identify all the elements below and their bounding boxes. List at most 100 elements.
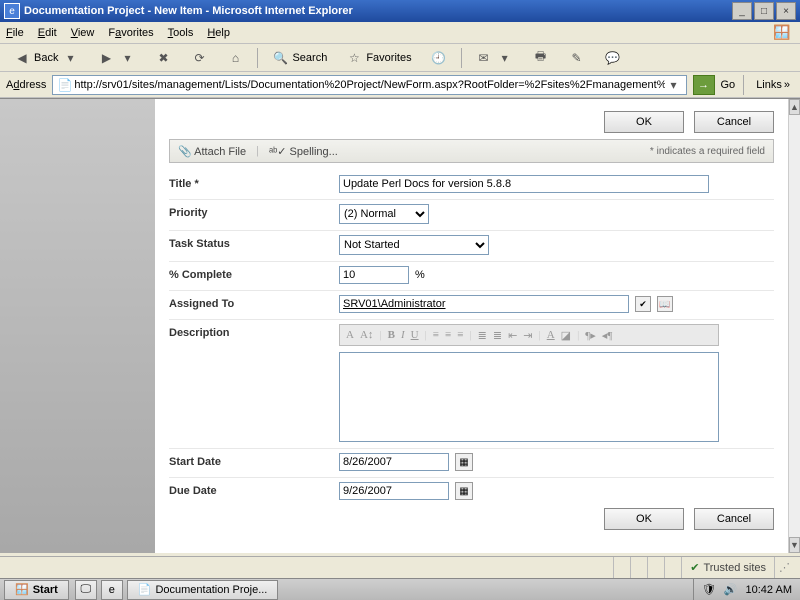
start-button[interactable]: 🪟 Start xyxy=(4,580,69,600)
indent-icon[interactable]: ⇥ xyxy=(523,329,532,342)
assigned-input[interactable] xyxy=(339,295,629,313)
browse-people-icon[interactable]: 📖 xyxy=(657,296,673,312)
font-size2-icon[interactable]: A↕ xyxy=(360,329,373,341)
menu-tools[interactable]: Tools xyxy=(168,27,194,39)
history-button[interactable]: 🕘 xyxy=(423,46,455,70)
search-button[interactable]: 🔍 Search xyxy=(264,46,334,70)
menu-view[interactable]: View xyxy=(71,27,95,39)
rtl-icon[interactable]: ◂¶ xyxy=(602,329,613,342)
ltr-icon[interactable]: ¶▸ xyxy=(585,329,596,342)
priority-label: Priority xyxy=(169,204,339,219)
close-button[interactable]: × xyxy=(776,2,796,20)
outdent-icon[interactable]: ⇤ xyxy=(508,329,517,342)
scroll-track[interactable] xyxy=(789,115,800,537)
scroll-up-icon[interactable]: ▲ xyxy=(789,99,800,115)
priority-select[interactable]: (2) Normal xyxy=(339,204,429,224)
separator xyxy=(743,75,744,95)
window-title: Documentation Project - New Item - Micro… xyxy=(24,5,732,17)
discuss-button[interactable]: 💬 xyxy=(597,46,629,70)
ie-app-icon: e xyxy=(4,3,20,19)
menu-file[interactable]: File xyxy=(6,27,24,39)
tray-icon[interactable]: 🛡 xyxy=(702,583,716,596)
refresh-icon: ⟳ xyxy=(190,49,208,67)
highlight-icon[interactable]: ◪ xyxy=(561,329,571,342)
ie-icon: e xyxy=(109,584,115,596)
refresh-button[interactable]: ⟳ xyxy=(183,46,215,70)
maximize-button[interactable]: □ xyxy=(754,2,774,20)
system-tray: 🛡 🔊 10:42 AM xyxy=(693,579,800,600)
addressbar: Address 📄 ▾ → Go Links » xyxy=(0,72,800,98)
menu-help[interactable]: Help xyxy=(207,27,230,39)
ok-button-bottom[interactable]: OK xyxy=(604,508,684,530)
taskbar-item-doc[interactable]: 📄 Documentation Proje... xyxy=(127,580,279,600)
cancel-button-top[interactable]: Cancel xyxy=(694,111,774,133)
minimize-button[interactable]: _ xyxy=(732,2,752,20)
tray-icon[interactable]: 🔊 xyxy=(724,583,738,596)
mail-button[interactable]: ✉▾ xyxy=(468,46,521,70)
home-button[interactable]: ⌂ xyxy=(219,46,251,70)
menu-edit[interactable]: Edit xyxy=(38,27,57,39)
search-icon: 🔍 xyxy=(271,49,289,67)
assigned-label: Assigned To xyxy=(169,295,339,310)
status-select[interactable]: Not Started xyxy=(339,235,489,255)
shield-icon: ✔ xyxy=(690,561,699,574)
page-gutter xyxy=(0,99,155,553)
align-right-icon[interactable]: ≡ xyxy=(457,329,463,341)
quicklaunch-desktop[interactable]: 🖵 xyxy=(75,580,97,600)
due-date-label: Due Date xyxy=(169,482,339,497)
cancel-button-bottom[interactable]: Cancel xyxy=(694,508,774,530)
print-button[interactable]: 🖶 xyxy=(525,46,557,70)
history-icon: 🕘 xyxy=(430,49,448,67)
description-textarea[interactable] xyxy=(339,352,719,442)
calendar-icon[interactable]: ▦ xyxy=(455,482,473,500)
bold-icon[interactable]: B xyxy=(388,329,395,341)
status-label: Task Status xyxy=(169,235,339,250)
resize-grip[interactable]: ⋰ xyxy=(774,557,794,578)
pct-suffix: % xyxy=(415,269,425,281)
edit-button[interactable]: ✎ xyxy=(561,46,593,70)
go-button[interactable]: → xyxy=(693,75,715,95)
list-bul-icon[interactable]: ≣ xyxy=(493,329,502,342)
font-size-icon[interactable]: A xyxy=(346,329,354,341)
row-title: Title * xyxy=(169,171,774,200)
title-input[interactable] xyxy=(339,175,709,193)
italic-icon[interactable]: I xyxy=(401,329,405,341)
favorites-button[interactable]: ☆ Favorites xyxy=(338,46,418,70)
spelling-button[interactable]: ᵃᵇ✓ Spelling... xyxy=(269,145,338,158)
top-button-row: OK Cancel xyxy=(169,109,774,139)
quicklaunch-ie[interactable]: e xyxy=(101,580,123,600)
status-seg xyxy=(647,557,664,578)
check-names-icon[interactable]: ✔ xyxy=(635,296,651,312)
align-center-icon[interactable]: ≡ xyxy=(445,329,451,341)
row-description: Description A A↕ | B I U | ≡ ≡ ≡ | ≣ ≣ ⇤ xyxy=(169,320,774,449)
pct-input[interactable] xyxy=(339,266,409,284)
vertical-scrollbar[interactable]: ▲ ▼ xyxy=(788,99,800,553)
url-input[interactable] xyxy=(74,79,664,91)
start-date-input[interactable] xyxy=(339,453,449,471)
dropdown-icon[interactable]: ▾ xyxy=(665,76,683,94)
forward-button[interactable]: ▶ ▾ xyxy=(90,46,143,70)
go-label: Go xyxy=(721,79,736,91)
status-seg xyxy=(613,557,630,578)
links-button[interactable]: Links » xyxy=(752,79,794,91)
list-num-icon[interactable]: ≣ xyxy=(478,329,487,342)
ok-button-top[interactable]: OK xyxy=(604,111,684,133)
underline-icon[interactable]: U xyxy=(411,329,419,341)
windows-icon: 🪟 xyxy=(15,583,29,596)
windows-taskbar: 🪟 Start 🖵 e 📄 Documentation Proje... 🛡 🔊… xyxy=(0,578,800,600)
back-button[interactable]: ◀ Back ▾ xyxy=(6,46,86,70)
row-status: Task Status Not Started xyxy=(169,231,774,262)
status-seg xyxy=(664,557,681,578)
attach-file-button[interactable]: 📎 Attach File xyxy=(178,145,246,158)
stop-button[interactable]: ✖ xyxy=(147,46,179,70)
home-icon: ⌂ xyxy=(226,49,244,67)
due-date-input[interactable] xyxy=(339,482,449,500)
align-left-icon[interactable]: ≡ xyxy=(433,329,439,341)
row-start-date: Start Date ▦ xyxy=(169,449,774,478)
separator xyxy=(461,48,462,68)
calendar-icon[interactable]: ▦ xyxy=(455,453,473,471)
font-color-icon[interactable]: A xyxy=(547,329,555,341)
scroll-down-icon[interactable]: ▼ xyxy=(789,537,800,553)
start-label: Start xyxy=(33,584,58,596)
menu-favorites[interactable]: Favorites xyxy=(108,27,153,39)
